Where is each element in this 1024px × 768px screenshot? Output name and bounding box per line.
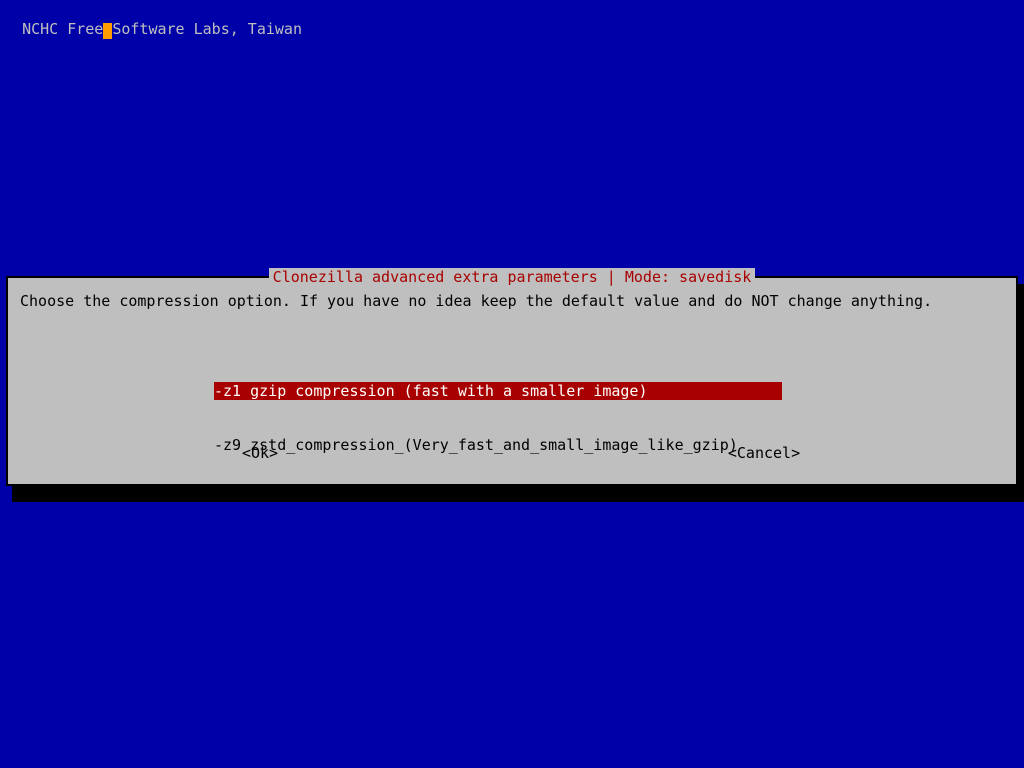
header-text: NCHC FreeSoftware Labs, Taiwan bbox=[4, 2, 302, 38]
dialog-shadow bbox=[12, 486, 1024, 502]
dialog-shadow bbox=[1018, 284, 1024, 502]
dialog-prompt: Choose the compression option. If you ha… bbox=[20, 292, 1004, 310]
option-list: -z1 gzip compression (fast with a smalle… bbox=[214, 346, 782, 490]
compression-dialog: Clonezilla advanced extra parameters | M… bbox=[6, 276, 1018, 486]
text-cursor bbox=[103, 23, 112, 39]
cancel-button[interactable]: <Cancel> bbox=[512, 444, 1016, 462]
ok-button[interactable]: <Ok> bbox=[8, 444, 512, 462]
dialog-buttons: <Ok> <Cancel> bbox=[8, 444, 1016, 462]
dialog-title: Clonezilla advanced extra parameters | M… bbox=[8, 268, 1016, 286]
option-z1-gzip[interactable]: -z1 gzip compression (fast with a smalle… bbox=[214, 382, 782, 400]
